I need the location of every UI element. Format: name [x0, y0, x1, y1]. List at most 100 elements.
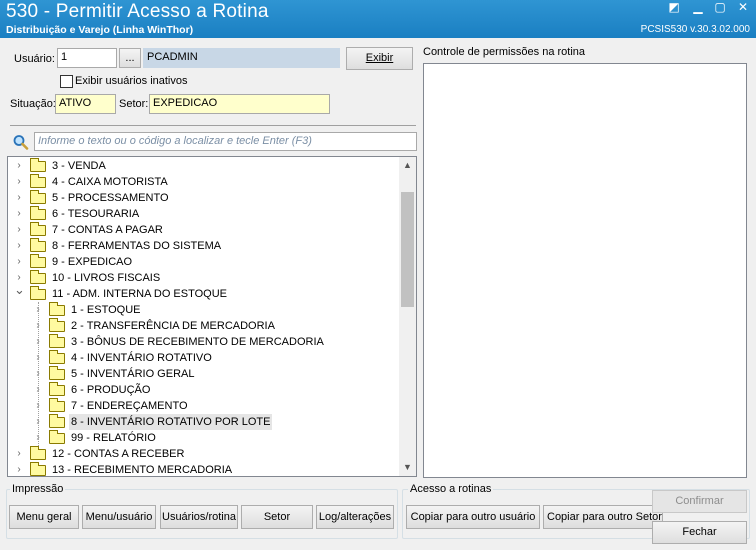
tree-node-label: 6 - TESOURARIA [52, 208, 140, 220]
tree-node-label: 3 - VENDA [52, 160, 106, 172]
tree-node[interactable]: ⌄ 11 - ADM. INTERNA DO ESTOQUE [8, 282, 398, 302]
routines-tree[interactable]: › 3 - VENDA › 4 - CAIXA MOTORISTA › 5 - PROCE… [7, 156, 417, 477]
folder-icon [30, 174, 46, 188]
tree-node[interactable]: › 8 - INVENTÁRIO ROTATIVO POR LOTE [8, 414, 398, 430]
folder-icon [49, 382, 65, 396]
permissions-panel-title: Controle de permissões na rotina [423, 46, 586, 58]
situacao-field: ATIVO [55, 94, 116, 114]
tree-node[interactable]: › 12 - CONTAS A RECEBER [8, 446, 398, 462]
collapse-arrow-icon[interactable]: ⌄ [14, 282, 25, 298]
expand-arrow-icon[interactable]: › [14, 462, 24, 476]
title-bar: 530 - Permitir Acesso a Rotina Distribui… [0, 0, 756, 38]
tree-node-label: 10 - LIVROS FISCAIS [52, 272, 161, 284]
expand-arrow-icon[interactable]: › [14, 446, 24, 462]
usuario-name-field: PCADMIN [143, 48, 340, 68]
log-alteracoes-button[interactable]: Log/alterações [316, 505, 394, 529]
tree-node-label: 11 - ADM. INTERNA DO ESTOQUE [52, 288, 228, 300]
setor-label: Setor: [119, 98, 149, 110]
fechar-button[interactable]: Fechar [652, 521, 747, 544]
expand-arrow-icon[interactable]: › [14, 238, 24, 254]
expand-arrow-icon[interactable]: › [14, 190, 24, 206]
folder-icon [49, 366, 65, 380]
folder-icon [30, 462, 46, 476]
menu-usuario-button[interactable]: Menu/usuário [82, 505, 156, 529]
browse-user-button[interactable]: ... [119, 48, 141, 68]
folder-icon [30, 190, 46, 204]
menu-geral-button[interactable]: Menu geral [9, 505, 79, 529]
tree-node[interactable]: › 99 - RELATÓRIO [8, 430, 398, 446]
tree-node[interactable]: › 6 - PRODUÇÃO [8, 382, 398, 398]
scroll-up-icon[interactable]: ▲ [399, 157, 416, 174]
tree-node[interactable]: › 7 - CONTAS A PAGAR [8, 222, 398, 238]
exibir-inativos-checkbox[interactable] [60, 75, 73, 88]
tree-node[interactable]: › 3 - VENDA [8, 158, 398, 174]
setor-button[interactable]: Setor [241, 505, 313, 529]
setor-field: EXPEDICAO [149, 94, 330, 114]
tree-node-label: 99 - RELATÓRIO [71, 432, 156, 444]
folder-icon [30, 238, 46, 252]
tree-node[interactable]: › 4 - INVENTÁRIO ROTATIVO [8, 350, 398, 366]
search-icon [12, 134, 30, 150]
tree-connector-line [38, 302, 39, 446]
tree-node[interactable]: › 10 - LIVROS FISCAIS [8, 270, 398, 286]
tree-node[interactable]: › 9 - EXPEDICAO [8, 254, 398, 270]
divider [10, 125, 416, 126]
folder-icon [49, 318, 65, 332]
restore-small-icon[interactable]: ◩ [665, 0, 683, 16]
folder-icon [30, 286, 46, 300]
tree-node-label: 4 - INVENTÁRIO ROTATIVO [71, 352, 212, 364]
tree-scrollbar[interactable]: ▲ ▼ [399, 157, 416, 476]
tree-node[interactable]: › 2 - TRANSFERÊNCIA DE MERCADORIA [8, 318, 398, 334]
folder-icon [49, 350, 65, 364]
expand-arrow-icon[interactable]: › [14, 254, 24, 270]
copiar-usuario-button[interactable]: Copiar para outro usuário [406, 505, 540, 529]
window-title: 530 - Permitir Acesso a Rotina [6, 1, 269, 22]
exibir-inativos-label: Exibir usuários inativos [75, 75, 188, 87]
tree-node[interactable]: › 4 - CAIXA MOTORISTA [8, 174, 398, 190]
acesso-group-title: Acesso a rotinas [408, 483, 494, 495]
scroll-down-icon[interactable]: ▼ [399, 459, 416, 476]
tree-node-label: 4 - CAIXA MOTORISTA [52, 176, 168, 188]
folder-icon [30, 206, 46, 220]
folder-icon [30, 446, 46, 460]
tree-node-label: 5 - INVENTÁRIO GERAL [71, 368, 195, 380]
folder-icon [30, 270, 46, 284]
tree-node-label: 6 - PRODUÇÃO [71, 384, 151, 396]
tree-node[interactable]: › 13 - RECEBIMENTO MERCADORIA [8, 462, 398, 476]
folder-icon [30, 222, 46, 236]
program-version: PCSIS530 v.30.3.02.000 [640, 24, 750, 35]
exibir-button[interactable]: Exibir [346, 47, 413, 70]
window-subtitle: Distribuição e Varejo (Linha WinThor) [6, 24, 194, 36]
expand-arrow-icon[interactable]: › [14, 206, 24, 222]
search-input[interactable]: Informe o texto ou o código a localizar … [34, 132, 417, 151]
folder-icon [30, 158, 46, 172]
permissions-panel[interactable] [423, 63, 747, 478]
folder-icon [30, 254, 46, 268]
tree-node[interactable]: › 8 - FERRAMENTAS DO SISTEMA [8, 238, 398, 254]
close-icon[interactable]: ✕ [734, 0, 752, 16]
tree-node-label: 7 - CONTAS A PAGAR [52, 224, 163, 236]
minimize-icon[interactable]: ▁ [689, 0, 707, 16]
tree-node-label: 13 - RECEBIMENTO MERCADORIA [52, 464, 233, 476]
usuarios-rotina-button[interactable]: Usuários/rotina [160, 505, 238, 529]
tree-node[interactable]: › 7 - ENDEREÇAMENTO [8, 398, 398, 414]
usuario-code-input[interactable]: 1 [57, 48, 117, 68]
folder-icon [49, 334, 65, 348]
folder-icon [49, 430, 65, 444]
folder-icon [49, 414, 65, 428]
tree-node[interactable]: › 5 - PROCESSAMENTO [8, 190, 398, 206]
maximize-icon[interactable]: ▢ [711, 0, 729, 16]
tree-node[interactable]: › 6 - TESOURARIA [8, 206, 398, 222]
copiar-setor-button[interactable]: Copiar para outro Setor [543, 505, 663, 529]
tree-node[interactable]: › 3 - BÔNUS DE RECEBIMENTO DE MERCADORIA [8, 334, 398, 350]
tree-node-label: 9 - EXPEDICAO [52, 256, 133, 268]
tree-node[interactable]: › 5 - INVENTÁRIO GERAL [8, 366, 398, 382]
expand-arrow-icon[interactable]: › [14, 222, 24, 238]
confirmar-button[interactable]: Confirmar [652, 490, 747, 513]
expand-arrow-icon[interactable]: › [14, 174, 24, 190]
tree-node-label: 8 - FERRAMENTAS DO SISTEMA [52, 240, 222, 252]
scrollbar-thumb[interactable] [401, 192, 414, 307]
expand-arrow-icon[interactable]: › [14, 158, 24, 174]
tree-node[interactable]: › 1 - ESTOQUE [8, 302, 398, 318]
folder-icon [49, 398, 65, 412]
